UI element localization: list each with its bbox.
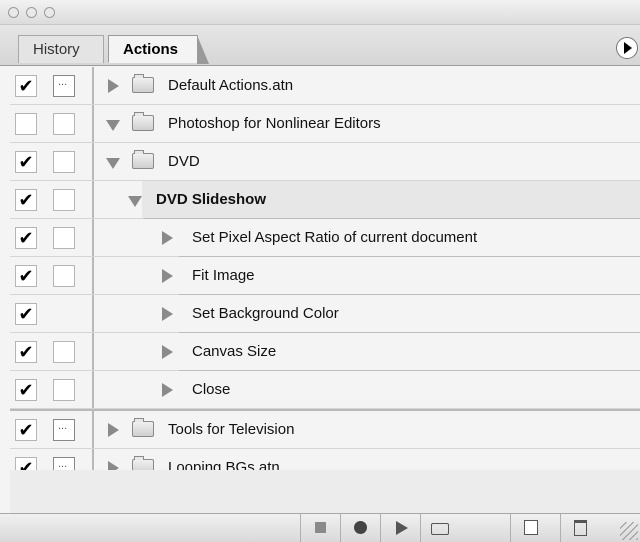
action-row[interactable]: ✔ DVD Slideshow [10,181,640,219]
zoom-window-button[interactable] [44,7,55,18]
toggle-dialog-checkbox[interactable] [53,113,75,135]
folder-icon [132,418,154,437]
action-set-label: Tools for Television [168,421,295,438]
toggle-item-checkbox[interactable]: ✔ [15,419,37,441]
expand-triangle-icon[interactable] [162,345,173,359]
title-bar [0,0,640,25]
expand-triangle-icon[interactable] [108,79,119,93]
action-set-row[interactable]: ✔ Tools for Television [10,409,640,449]
toggle-dialog-checkbox[interactable] [53,379,75,401]
column-divider [92,333,94,370]
collapse-triangle-icon[interactable] [128,196,142,207]
folder-icon [132,112,154,131]
minimize-window-button[interactable] [26,7,37,18]
stop-button[interactable] [300,514,341,542]
expand-triangle-icon[interactable] [162,231,173,245]
toggle-item-checkbox[interactable]: ✔ [15,189,37,211]
column-divider [92,143,94,180]
resize-grip-icon[interactable] [620,522,638,540]
step-label: Fit Image [192,267,255,284]
column-divider [92,257,94,294]
column-divider [92,67,94,104]
stop-icon [315,522,326,533]
new-set-icon [431,523,449,535]
action-set-label: Default Actions.atn [168,77,294,94]
action-label: DVD Slideshow [156,191,267,208]
trash-icon [574,520,587,536]
close-window-button[interactable] [8,7,19,18]
expand-triangle-icon[interactable] [162,269,173,283]
toggle-dialog-checkbox[interactable] [53,75,75,97]
action-step-row[interactable]: ✔ Fit Image [10,257,640,295]
toggle-dialog-checkbox[interactable] [53,419,75,441]
toggle-dialog-checkbox[interactable] [53,189,75,211]
toggle-item-checkbox[interactable]: ✔ [15,151,37,173]
column-divider [92,181,94,218]
action-set-row[interactable]: ✔ DVD [10,143,640,181]
action-set-row[interactable]: Photoshop for Nonlinear Editors [10,105,640,143]
toggle-item-checkbox[interactable]: ✔ [15,379,37,401]
column-divider [92,295,94,332]
step-label: Close [192,381,231,398]
action-step-row[interactable]: ✔ Set Pixel Aspect Ratio of current docu… [10,219,640,257]
action-step-row[interactable]: ✔ Canvas Size [10,333,640,371]
toggle-item-checkbox[interactable]: ✔ [15,265,37,287]
toggle-item-checkbox[interactable] [15,113,37,135]
delete-button[interactable] [560,514,601,542]
expand-triangle-icon[interactable] [162,307,173,321]
actions-list: ✔ Default Actions.atn Photoshop for Nonl… [10,67,640,487]
record-button[interactable] [340,514,381,542]
tab-actions[interactable]: Actions [108,35,209,64]
toggle-dialog-checkbox[interactable] [53,151,75,173]
toggle-item-checkbox[interactable]: ✔ [15,341,37,363]
collapse-triangle-icon[interactable] [106,120,120,131]
play-icon [396,521,408,535]
toggle-dialog-checkbox[interactable] [53,341,75,363]
folder-icon [132,150,154,169]
step-label: Canvas Size [192,343,277,360]
column-divider [92,411,94,448]
tab-history[interactable]: History [18,35,104,63]
toggle-dialog-checkbox[interactable] [53,227,75,249]
toggle-item-checkbox[interactable]: ✔ [15,303,37,325]
record-icon [354,521,367,534]
column-divider [92,371,94,408]
column-divider [92,219,94,256]
actions-panel: History Actions ✔ Default Actions.atn Ph… [0,0,640,542]
new-action-icon [524,520,538,535]
action-set-row[interactable]: ✔ Default Actions.atn [10,67,640,105]
tab-bar: History Actions [0,25,640,66]
column-divider [92,105,94,142]
expand-triangle-icon[interactable] [162,383,173,397]
action-set-label: Photoshop for Nonlinear Editors [168,115,381,132]
new-action-button[interactable] [510,514,551,542]
new-set-button[interactable] [420,514,461,542]
panel-menu-icon[interactable] [616,37,638,59]
step-label: Set Pixel Aspect Ratio of current docume… [192,229,478,246]
action-set-label: DVD [168,153,200,170]
list-empty-area [10,470,640,513]
action-step-row[interactable]: ✔ Close [10,371,640,409]
expand-triangle-icon[interactable] [108,423,119,437]
folder-icon [132,74,154,93]
action-step-row[interactable]: ✔ Set Background Color [10,295,640,333]
toggle-dialog-checkbox[interactable] [53,265,75,287]
bottom-toolbar [0,513,640,542]
toggle-item-checkbox[interactable]: ✔ [15,227,37,249]
collapse-triangle-icon[interactable] [106,158,120,169]
play-button[interactable] [380,514,421,542]
toggle-item-checkbox[interactable]: ✔ [15,75,37,97]
step-label: Set Background Color [192,305,339,322]
